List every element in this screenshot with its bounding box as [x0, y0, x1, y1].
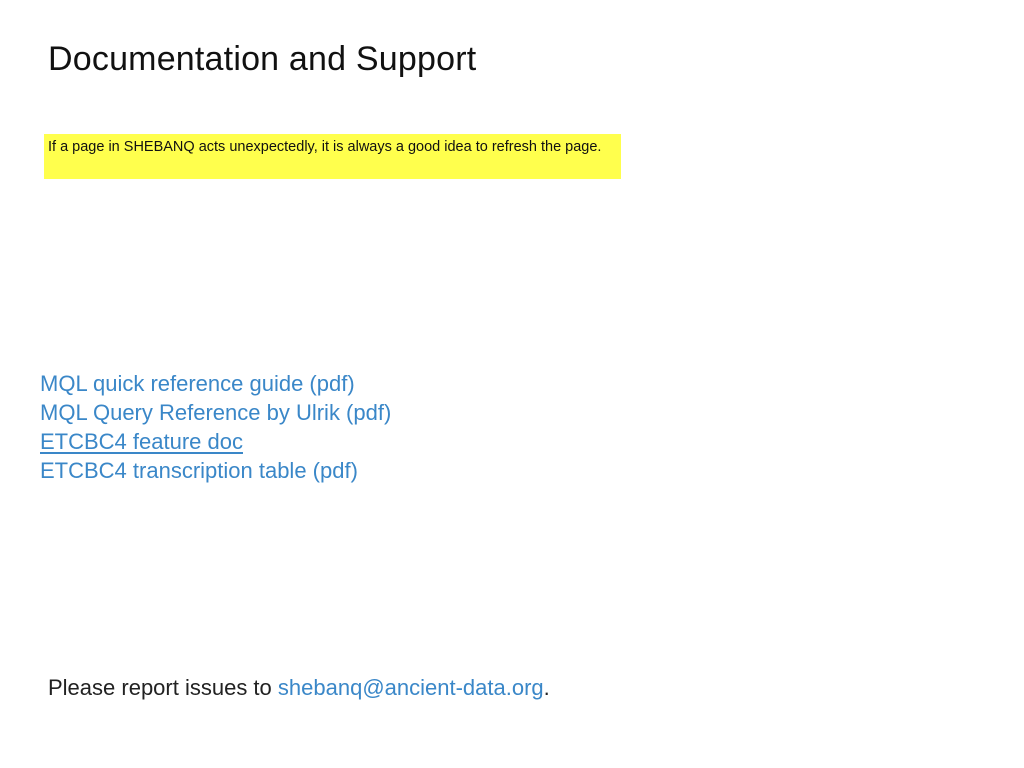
report-issues-period: .: [543, 675, 550, 700]
mql-query-reference-link[interactable]: MQL Query Reference by Ulrik (pdf): [40, 400, 391, 425]
etcbc4-transcription-table-link[interactable]: ETCBC4 transcription table (pdf): [40, 458, 358, 483]
documentation-links: MQL quick reference guide (pdf) MQL Quer…: [40, 369, 391, 485]
list-item: ETCBC4 feature doc: [40, 427, 391, 456]
page-title: Documentation and Support: [48, 40, 477, 78]
support-email-link[interactable]: shebanq@ancient-data.org: [278, 675, 544, 700]
list-item: MQL quick reference guide (pdf): [40, 369, 391, 398]
report-issues-text: Please report issues to: [48, 675, 278, 700]
report-issues-line: Please report issues to shebanq@ancient-…: [48, 675, 550, 701]
etcbc4-feature-doc-link[interactable]: ETCBC4 feature doc: [40, 429, 243, 454]
list-item: ETCBC4 transcription table (pdf): [40, 456, 391, 485]
mql-quick-reference-link[interactable]: MQL quick reference guide (pdf): [40, 371, 355, 396]
list-item: MQL Query Reference by Ulrik (pdf): [40, 398, 391, 427]
refresh-notice: If a page in SHEBANQ acts unexpectedly, …: [44, 134, 621, 179]
